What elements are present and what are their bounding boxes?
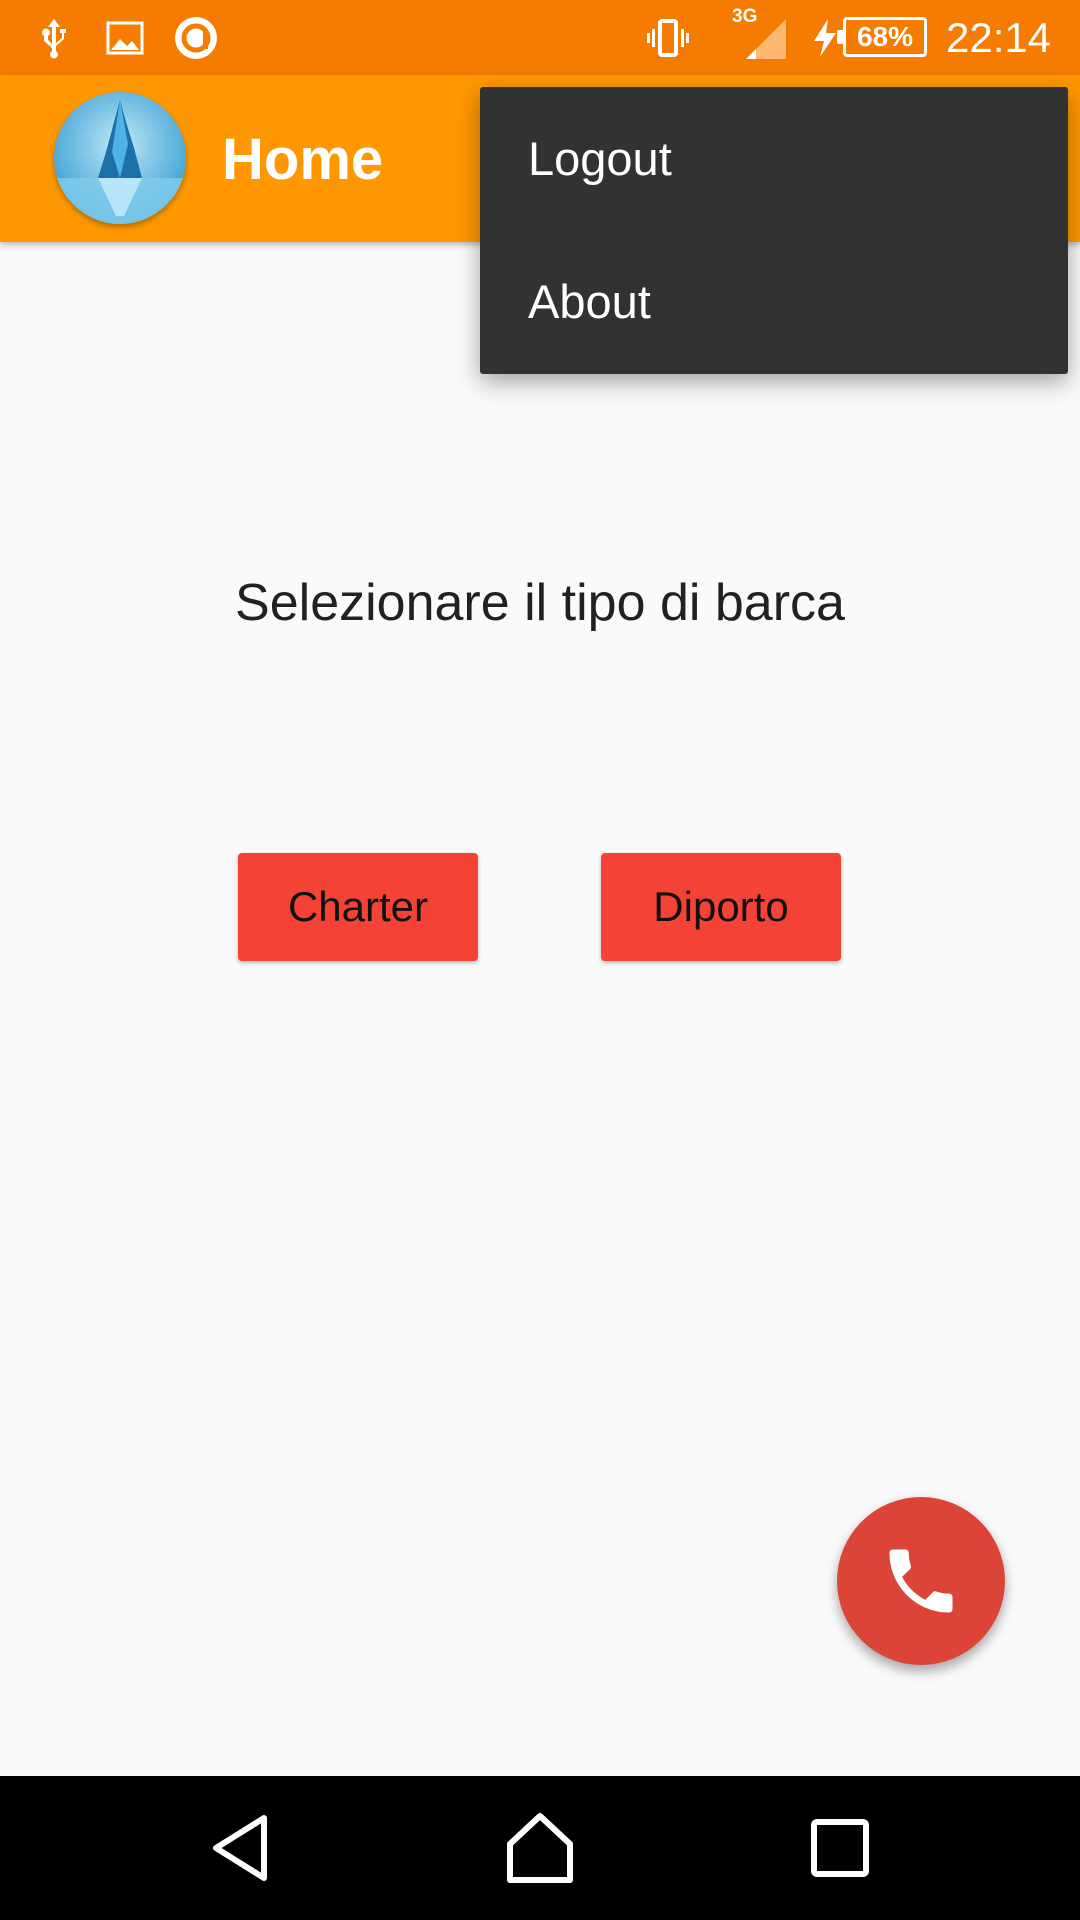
back-icon[interactable] [202, 1808, 282, 1888]
battery-icon: 68% [837, 17, 927, 57]
phone-icon [889, 1549, 953, 1613]
status-bar: 3G 68% 22:14 [0, 0, 1080, 75]
overflow-menu: Logout About [480, 87, 1068, 374]
vibrate-icon [645, 15, 691, 61]
call-fab-button[interactable] [837, 1497, 1005, 1665]
page-title: Home [222, 127, 384, 192]
charter-button[interactable]: Charter [238, 853, 478, 961]
clock: 22:14 [946, 14, 1052, 61]
diporto-button[interactable]: Diporto [601, 853, 841, 961]
usb-icon [31, 15, 77, 61]
signal-icon [742, 15, 788, 61]
recents-icon[interactable] [800, 1808, 880, 1888]
menu-item-logout[interactable]: Logout [480, 87, 1068, 230]
system-nav-bar [0, 1776, 1080, 1920]
boat-type-prompt: Selezionare il tipo di barca [235, 574, 845, 632]
app-notification-icon [173, 15, 219, 61]
menu-item-about[interactable]: About [480, 230, 1068, 373]
iceberg-logo-icon [54, 92, 186, 224]
image-icon [102, 15, 148, 61]
home-icon[interactable] [500, 1808, 580, 1888]
